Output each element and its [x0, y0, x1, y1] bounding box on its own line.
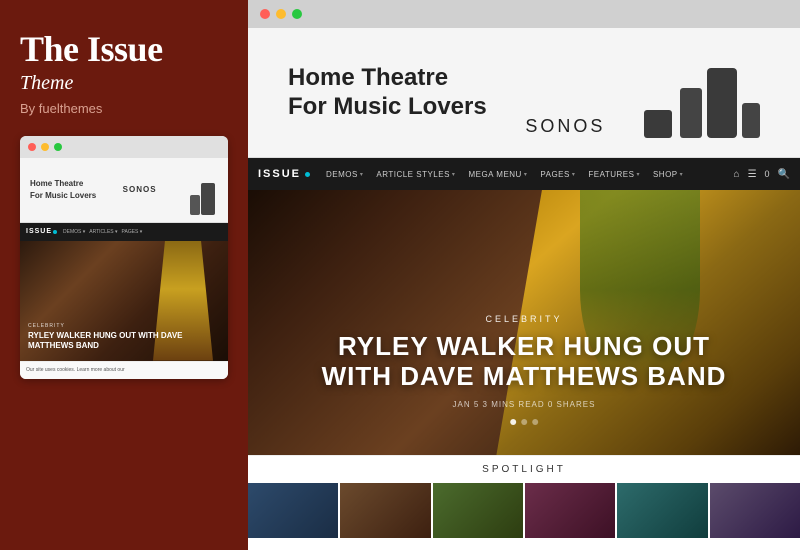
nav-item-articles-label: ARTICLE STYLES — [376, 170, 450, 179]
ad-brand-name: SONOS — [525, 116, 605, 137]
nav-shop-chevron: ▾ — [680, 171, 684, 178]
mini-nav-link: DEMOS ▾ — [63, 229, 85, 235]
nav-item-demos[interactable]: DEMOS ▾ — [320, 170, 369, 179]
nav-pages-chevron: ▾ — [572, 171, 576, 178]
thumb-3[interactable] — [433, 483, 525, 538]
mini-dot-green — [54, 143, 62, 151]
nav-mega-chevron: ▾ — [524, 171, 528, 178]
speaker-small — [680, 88, 702, 138]
nav-item-mega-label: MEGA MENU — [468, 170, 521, 179]
mini-nav-dot — [53, 230, 57, 234]
mini-hero-category: CELEBRITY — [28, 323, 220, 329]
theme-author: By fuelthemes — [20, 101, 228, 116]
nav-logo[interactable]: ISSUE — [258, 168, 301, 180]
thumb-1[interactable] — [248, 483, 340, 538]
hero-category: CELEBRITY — [303, 314, 745, 324]
browser-chrome — [248, 0, 800, 28]
nav-item-features[interactable]: FEATURES ▾ — [582, 170, 646, 179]
browser-content-area: Home Theatre For Music Lovers SONOS ISSU… — [248, 28, 800, 550]
ad-left: Home Theatre For Music Lovers — [288, 64, 487, 122]
hero-title-line2: WITH DAVE MATTHEWS BAND — [303, 362, 745, 392]
speaker-tiny — [742, 103, 760, 138]
browser-dot-yellow[interactable] — [276, 9, 286, 19]
mini-speaker-main — [201, 183, 215, 215]
thumb-6[interactable] — [710, 483, 800, 538]
nav-item-pages[interactable]: PAGES ▾ — [534, 170, 581, 179]
site-nav: ISSUE DEMOS ▾ ARTICLE STYLES ▾ MEGA MENU… — [248, 158, 800, 190]
mini-hero: CELEBRITY RYLEY WALKER HUNG OUT WITH DAV… — [20, 241, 228, 361]
nav-item-articles[interactable]: ARTICLE STYLES ▾ — [370, 170, 461, 179]
hero-meta: JAN 5 3 MINS READ 0 SHARES — [303, 400, 745, 409]
nav-item-mega[interactable]: MEGA MENU ▾ — [462, 170, 533, 179]
nav-features-chevron: ▾ — [636, 171, 640, 178]
nav-items: DEMOS ▾ ARTICLE STYLES ▾ MEGA MENU ▾ PAG… — [320, 170, 734, 179]
thumbnail-strip — [248, 483, 800, 538]
thumb-4[interactable] — [525, 483, 617, 538]
ad-title-line2: For Music Lovers — [288, 93, 487, 122]
nav-search-icon[interactable]: 🔍 — [778, 169, 790, 180]
mini-nav-link: PAGES ▾ — [122, 229, 143, 235]
speaker-main — [707, 68, 737, 138]
nav-cart-count: 0 — [765, 169, 770, 179]
mini-cookie-text: Our site uses cookies. Learn more about … — [26, 367, 125, 373]
nav-home-icon[interactable]: ⌂ — [734, 169, 740, 180]
mini-dot-red — [28, 143, 36, 151]
nav-item-demos-label: DEMOS — [326, 170, 358, 179]
nav-item-pages-label: PAGES — [540, 170, 569, 179]
ad-banner: Home Theatre For Music Lovers SONOS — [248, 28, 800, 158]
mini-speaker-small — [190, 195, 200, 215]
thumb-5[interactable] — [617, 483, 709, 538]
nav-item-shop[interactable]: SHOP ▾ — [647, 170, 689, 179]
hero-dot-1[interactable] — [510, 419, 516, 425]
thumb-2[interactable] — [340, 483, 432, 538]
nav-cart-icon[interactable]: ☰ — [748, 169, 757, 180]
mini-nav-bar: ISSUE DEMOS ▾ ARTICLES ▾ PAGES ▾ — [20, 223, 228, 241]
mini-nav-link: ARTICLES ▾ — [89, 229, 117, 235]
mini-nav-links: DEMOS ▾ ARTICLES ▾ PAGES ▾ — [63, 229, 142, 235]
ad-title-line1: Home Theatre — [288, 64, 487, 93]
mini-browser-bar — [20, 136, 228, 158]
theme-subtitle: Theme — [20, 72, 228, 95]
browser-dot-red[interactable] — [260, 9, 270, 19]
mini-ad-banner: Home Theatre For Music Lovers SONOS — [20, 158, 228, 223]
hero-dot-3[interactable] — [532, 419, 538, 425]
nav-item-features-label: FEATURES — [588, 170, 634, 179]
nav-demos-chevron: ▾ — [360, 171, 364, 178]
mini-browser-preview: Home Theatre For Music Lovers SONOS ISSU… — [20, 136, 228, 379]
hero-title: RYLEY WALKER HUNG OUT WITH DAVE MATTHEWS… — [303, 332, 745, 392]
mini-hero-overlay: CELEBRITY RYLEY WALKER HUNG OUT WITH DAV… — [28, 323, 220, 350]
spotlight-bar: SPOTLIGHT — [248, 455, 800, 483]
mini-ad-device — [183, 165, 218, 215]
nav-logo-dot — [305, 172, 310, 177]
mini-ad-brand: SONOS — [123, 185, 157, 194]
hero-dot-2[interactable] — [521, 419, 527, 425]
browser-dot-green[interactable] — [292, 9, 302, 19]
nav-right-icons: ⌂ ☰ 0 🔍 — [734, 169, 790, 180]
theme-title: The Issue — [20, 30, 228, 70]
ad-device-container — [644, 48, 760, 138]
mini-hero-title: RYLEY WALKER HUNG OUT WITH DAVE MATTHEWS… — [28, 331, 220, 350]
speaker-cube — [644, 110, 672, 138]
hero-overlay: CELEBRITY RYLEY WALKER HUNG OUT WITH DAV… — [303, 314, 745, 425]
mini-ad-text-1: Home Theatre — [30, 178, 96, 189]
main-content: Home Theatre For Music Lovers SONOS ISSU… — [248, 0, 800, 550]
nav-item-shop-label: SHOP — [653, 170, 678, 179]
sidebar: The Issue Theme By fuelthemes Home Theat… — [0, 0, 248, 550]
mini-dot-yellow — [41, 143, 49, 151]
mini-ad-text-2: For Music Lovers — [30, 190, 96, 201]
mini-cookie-bar: Our site uses cookies. Learn more about … — [20, 361, 228, 379]
mini-nav-logo: ISSUE — [26, 228, 52, 235]
hero-section[interactable]: CELEBRITY RYLEY WALKER HUNG OUT WITH DAV… — [248, 190, 800, 455]
hero-dots — [303, 419, 745, 425]
hero-title-line1: RYLEY WALKER HUNG OUT — [303, 332, 745, 362]
nav-articles-chevron: ▾ — [452, 171, 456, 178]
spotlight-label: SPOTLIGHT — [482, 464, 566, 475]
